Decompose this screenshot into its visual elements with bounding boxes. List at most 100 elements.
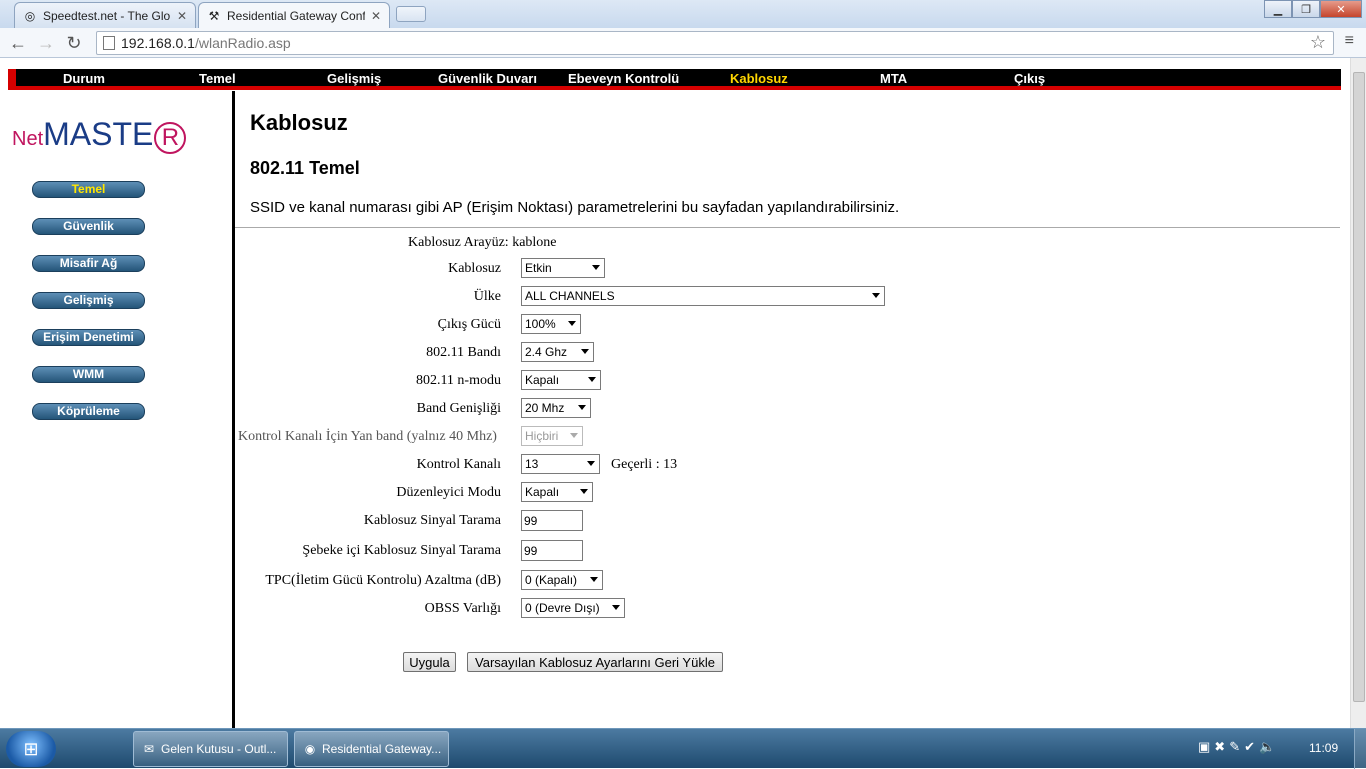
sidebar-item-gelismis[interactable]: Gelişmiş: [32, 292, 145, 309]
reload-icon[interactable]: ↻: [62, 32, 86, 54]
nav-cikis[interactable]: Çıkış: [1014, 71, 1045, 86]
dropdown-arrow-icon: [580, 489, 588, 494]
network-icon[interactable]: ▣: [1198, 739, 1210, 755]
scrollbar-thumb[interactable]: [1353, 72, 1365, 702]
scan-label: Kablosuz Sinyal Tarama: [363, 513, 501, 528]
nav-guvenlik-duvari[interactable]: Güvenlik Duvarı: [438, 71, 537, 86]
bookmark-star-icon[interactable]: ☆: [1310, 32, 1326, 53]
sidebar-item-misafir-ag[interactable]: Misafir Ağ: [32, 255, 145, 272]
inband-scan-input[interactable]: 99: [521, 540, 583, 561]
nav-temel[interactable]: Temel: [199, 71, 236, 86]
divider: [235, 227, 1340, 228]
page-viewport: Durum Temel Gelişmiş Güvenlik Duvarı Ebe…: [0, 58, 1350, 728]
pen-icon[interactable]: ✎: [1229, 739, 1240, 755]
show-desktop-button[interactable]: [1354, 729, 1366, 769]
dropdown-arrow-icon: [581, 349, 589, 354]
sidebar-item-guvenlik[interactable]: Güvenlik: [32, 218, 145, 235]
n-mode-label: 802.11 n-modu: [415, 373, 501, 388]
wireless-select[interactable]: Etkin: [521, 258, 605, 278]
apply-button[interactable]: Uygula: [403, 652, 456, 672]
page-icon: [103, 36, 115, 50]
wrench-menu-icon[interactable]: ≡: [1345, 32, 1354, 50]
obss-label: OBSS Varlığı: [424, 601, 501, 616]
row-tpc: TPC(İletim Gücü Kontrolu) Azaltma (dB) 0…: [236, 570, 1336, 592]
row-sideband: Kontrol Kanalı İçin Yan band (yalnız 40 …: [236, 426, 1336, 448]
netmaster-logo: Net MASTE R: [12, 116, 187, 156]
control-channel-label: Kontrol Kanalı: [416, 457, 501, 472]
obss-select[interactable]: 0 (Devre Dışı): [521, 598, 625, 618]
sideband-label: Kontrol Kanalı İçin Yan band (yalnız 40 …: [238, 429, 497, 444]
dropdown-arrow-icon: [578, 405, 586, 410]
dropdown-arrow-icon: [587, 461, 595, 466]
country-select[interactable]: ALL CHANNELS: [521, 286, 885, 306]
nav-ebeveyn-kontrolu[interactable]: Ebeveyn Kontrolü: [568, 71, 679, 86]
sidebar-divider: [232, 91, 235, 728]
dropdown-arrow-icon: [590, 577, 598, 582]
taskbar-item-outlook[interactable]: ✉ Gelen Kutusu - Outl...: [133, 731, 288, 767]
band-select[interactable]: 2.4 Ghz: [521, 342, 594, 362]
address-bar[interactable]: 192.168.0.1/wlanRadio.asp: [96, 31, 1334, 55]
dropdown-arrow-icon: [588, 377, 596, 382]
page-title: Kablosuz: [250, 110, 348, 135]
row-bandwidth: Band Genişliği 20 Mhz: [236, 398, 1336, 420]
output-power-label: Çıkış Gücü: [437, 317, 501, 332]
inband-scan-label: Şebeke içi Kablosuz Sinyal Tarama: [302, 543, 501, 558]
row-inband-scan: Şebeke içi Kablosuz Sinyal Tarama 99: [236, 540, 1336, 562]
wireless-label: Kablosuz: [448, 261, 501, 276]
restore-defaults-button[interactable]: Varsayılan Kablosuz Ayarlarını Geri Yükl…: [467, 652, 723, 672]
browser-toolbar: ← → ↻ 192.168.0.1/wlanRadio.asp ☆ ≡: [0, 28, 1366, 58]
tab-title: Speedtest.net - The Global: [43, 8, 171, 23]
nav-gelismis[interactable]: Gelişmiş: [327, 71, 381, 86]
taskbar-item-chrome[interactable]: ◉ Residential Gateway...: [294, 731, 449, 767]
n-mode-select[interactable]: Kapalı: [521, 370, 601, 390]
current-channel-text: Geçerli : 13: [611, 457, 678, 472]
sidebar-item-kopruleme[interactable]: Köprüleme: [32, 403, 145, 420]
regulatory-mode-select[interactable]: Kapalı: [521, 482, 593, 502]
vertical-scrollbar[interactable]: [1350, 58, 1366, 728]
nav-kablosuz[interactable]: Kablosuz: [730, 71, 788, 86]
dropdown-arrow-icon: [592, 265, 600, 270]
section-title: 802.11 Temel: [250, 158, 360, 178]
row-output-power: Çıkış Gücü 100%: [236, 314, 1336, 336]
sidebar-item-erisim-denetimi[interactable]: Erişim Denetimi: [32, 329, 145, 346]
window-controls: ▁ ❐ ✕: [1264, 0, 1362, 18]
forward-arrow-icon[interactable]: →: [34, 32, 58, 54]
tab-gateway-config[interactable]: ⚒ Residential Gateway Config ✕: [198, 2, 390, 28]
country-label: Ülke: [473, 289, 501, 304]
close-icon[interactable]: ✕: [371, 9, 381, 23]
nav-mta[interactable]: MTA: [880, 71, 907, 86]
back-arrow-icon[interactable]: ←: [6, 32, 30, 54]
sidebar-item-temel[interactable]: Temel: [32, 181, 145, 198]
new-tab-button[interactable]: [396, 6, 426, 22]
row-regulatory-mode: Düzenleyici Modu Kapalı: [236, 482, 1336, 504]
taskbar-clock[interactable]: 11:09: [1309, 741, 1338, 755]
minimize-button[interactable]: ▁: [1264, 0, 1292, 18]
scan-input[interactable]: 99: [521, 510, 583, 531]
dropdown-arrow-icon: [570, 433, 578, 438]
bandwidth-select[interactable]: 20 Mhz: [521, 398, 591, 418]
volume-icon[interactable]: 🔈: [1259, 739, 1275, 755]
close-icon[interactable]: ✕: [177, 9, 187, 23]
bandwidth-label: Band Genişliği: [416, 401, 501, 416]
interface-label: Kablosuz Arayüz:: [408, 235, 509, 250]
dropdown-arrow-icon: [872, 293, 880, 298]
page-description: SSID ve kanal numarası gibi AP (Erişim N…: [250, 199, 900, 216]
tab-title: Residential Gateway Config: [227, 8, 365, 23]
close-window-button[interactable]: ✕: [1320, 0, 1362, 18]
row-country: Ülke ALL CHANNELS: [236, 286, 1336, 308]
tpc-label: TPC(İletim Gücü Kontrolu) Azaltma (dB): [265, 573, 501, 588]
nav-durum[interactable]: Durum: [63, 71, 105, 86]
tpc-select[interactable]: 0 (Kapalı): [521, 570, 603, 590]
windows-taskbar: ⊞ ✉ Gelen Kutusu - Outl... ◉ Residential…: [0, 728, 1366, 769]
tab-speedtest[interactable]: ◎ Speedtest.net - The Global ✕: [14, 2, 196, 28]
network-error-icon[interactable]: ✖: [1214, 739, 1225, 755]
output-power-select[interactable]: 100%: [521, 314, 581, 334]
dropdown-arrow-icon: [612, 605, 620, 610]
windows-start-icon[interactable]: ⊞: [6, 731, 56, 767]
restore-button[interactable]: ❐: [1292, 0, 1320, 18]
sidebar-item-wmm[interactable]: WMM: [32, 366, 145, 383]
row-scan: Kablosuz Sinyal Tarama 99: [236, 510, 1336, 532]
control-channel-select[interactable]: 13: [521, 454, 600, 474]
row-interface: Kablosuz Arayüz: kablone: [236, 232, 1336, 254]
security-check-icon[interactable]: ✔: [1244, 739, 1255, 755]
